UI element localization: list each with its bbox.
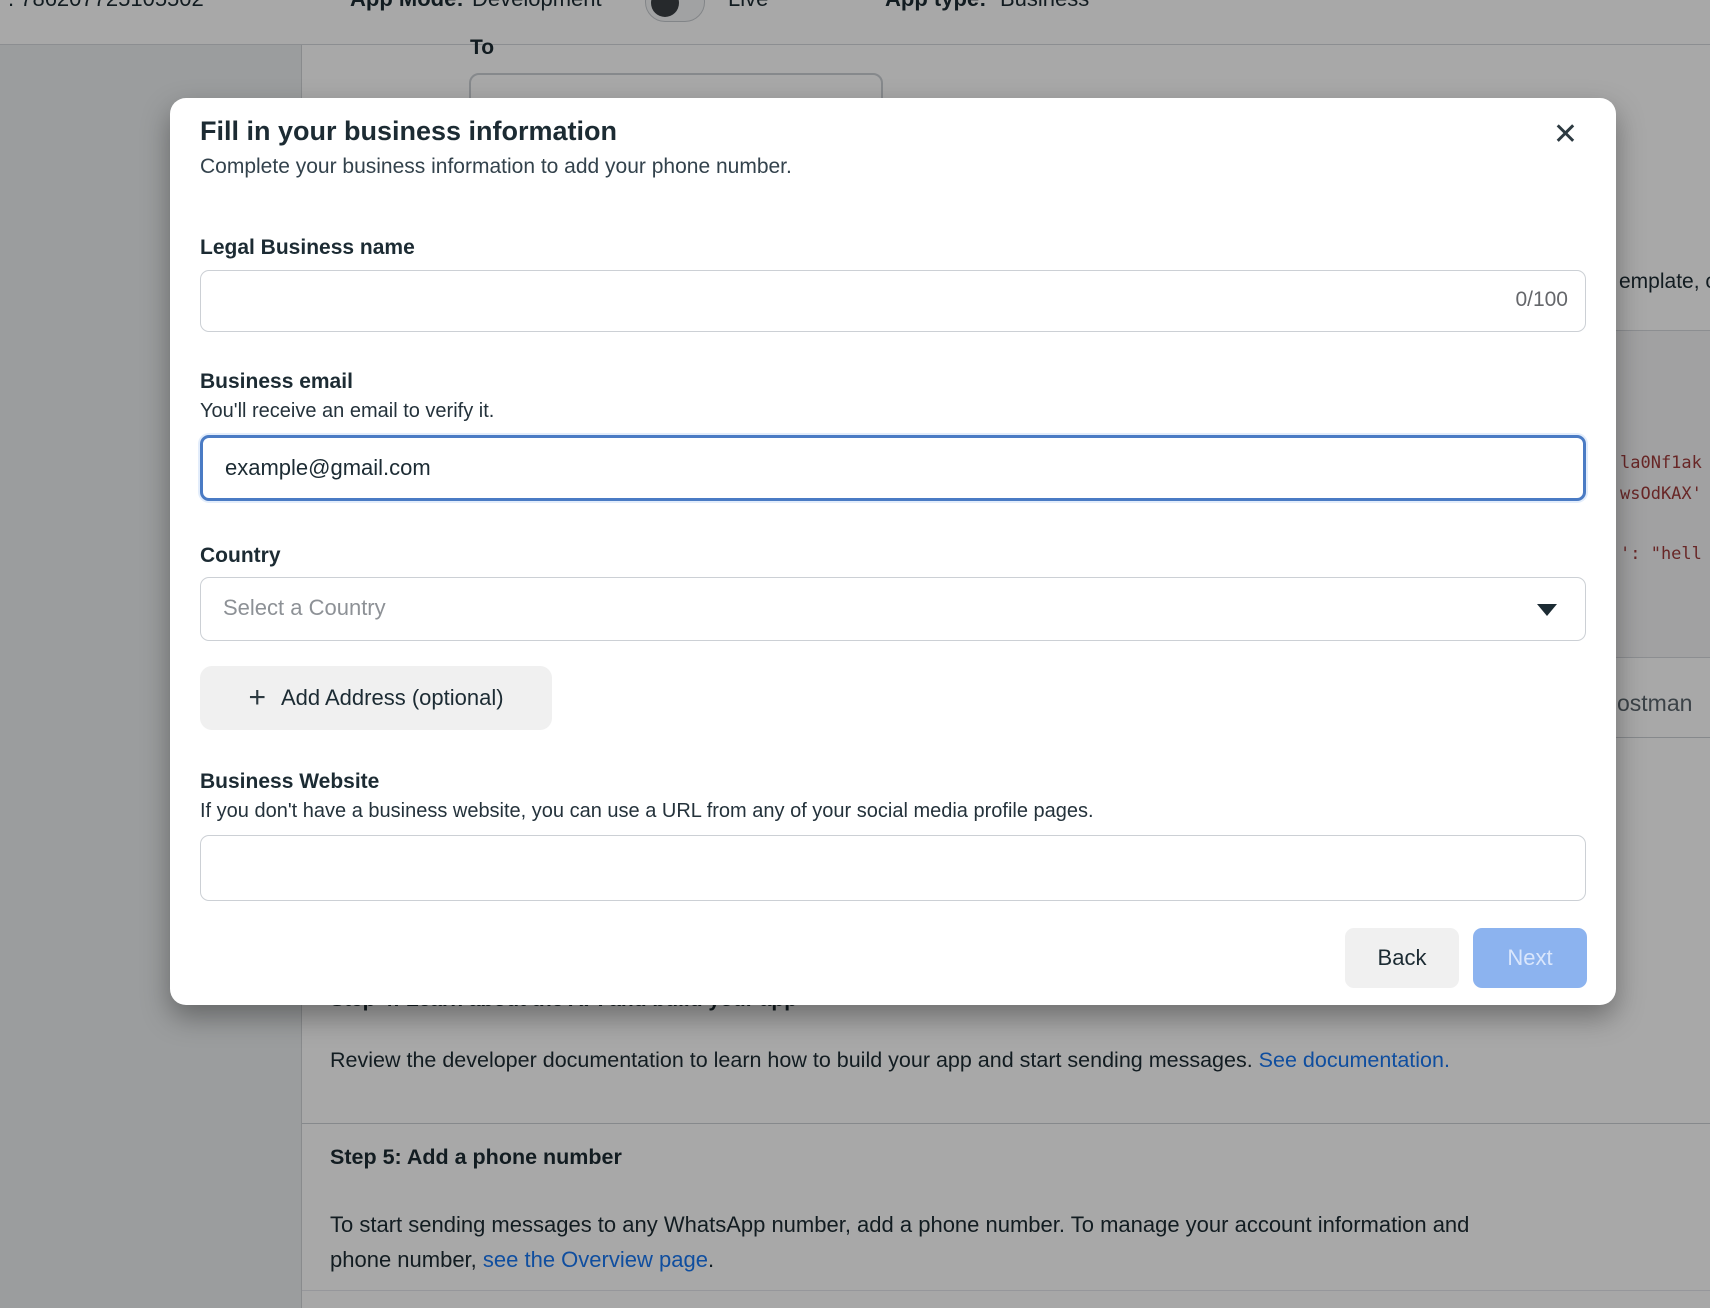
business-email-input[interactable] xyxy=(200,435,1586,501)
legal-name-label: Legal Business name xyxy=(200,236,415,260)
add-address-label: Add Address (optional) xyxy=(281,685,504,711)
business-info-dialog: Fill in your business information ✕ Comp… xyxy=(170,98,1616,1005)
business-website-helper: If you don't have a business website, yo… xyxy=(200,800,1094,823)
dialog-subtitle: Complete your business information to ad… xyxy=(200,155,792,179)
plus-icon: + xyxy=(248,683,266,713)
add-address-button[interactable]: + Add Address (optional) xyxy=(200,666,552,730)
next-button[interactable]: Next xyxy=(1473,928,1587,988)
dialog-title: Fill in your business information xyxy=(200,116,617,147)
country-placeholder: Select a Country xyxy=(223,595,386,621)
business-website-input[interactable] xyxy=(200,835,1586,901)
chevron-down-icon xyxy=(1537,604,1557,616)
country-select[interactable]: Select a Country xyxy=(200,577,1586,641)
close-icon[interactable]: ✕ xyxy=(1553,120,1578,150)
back-button[interactable]: Back xyxy=(1345,928,1459,988)
legal-name-input[interactable] xyxy=(200,270,1586,332)
char-counter: 0/100 xyxy=(1515,288,1568,312)
business-email-helper: You'll receive an email to verify it. xyxy=(200,400,494,423)
business-website-label: Business Website xyxy=(200,770,379,794)
country-label: Country xyxy=(200,544,281,568)
business-email-label: Business email xyxy=(200,370,353,394)
